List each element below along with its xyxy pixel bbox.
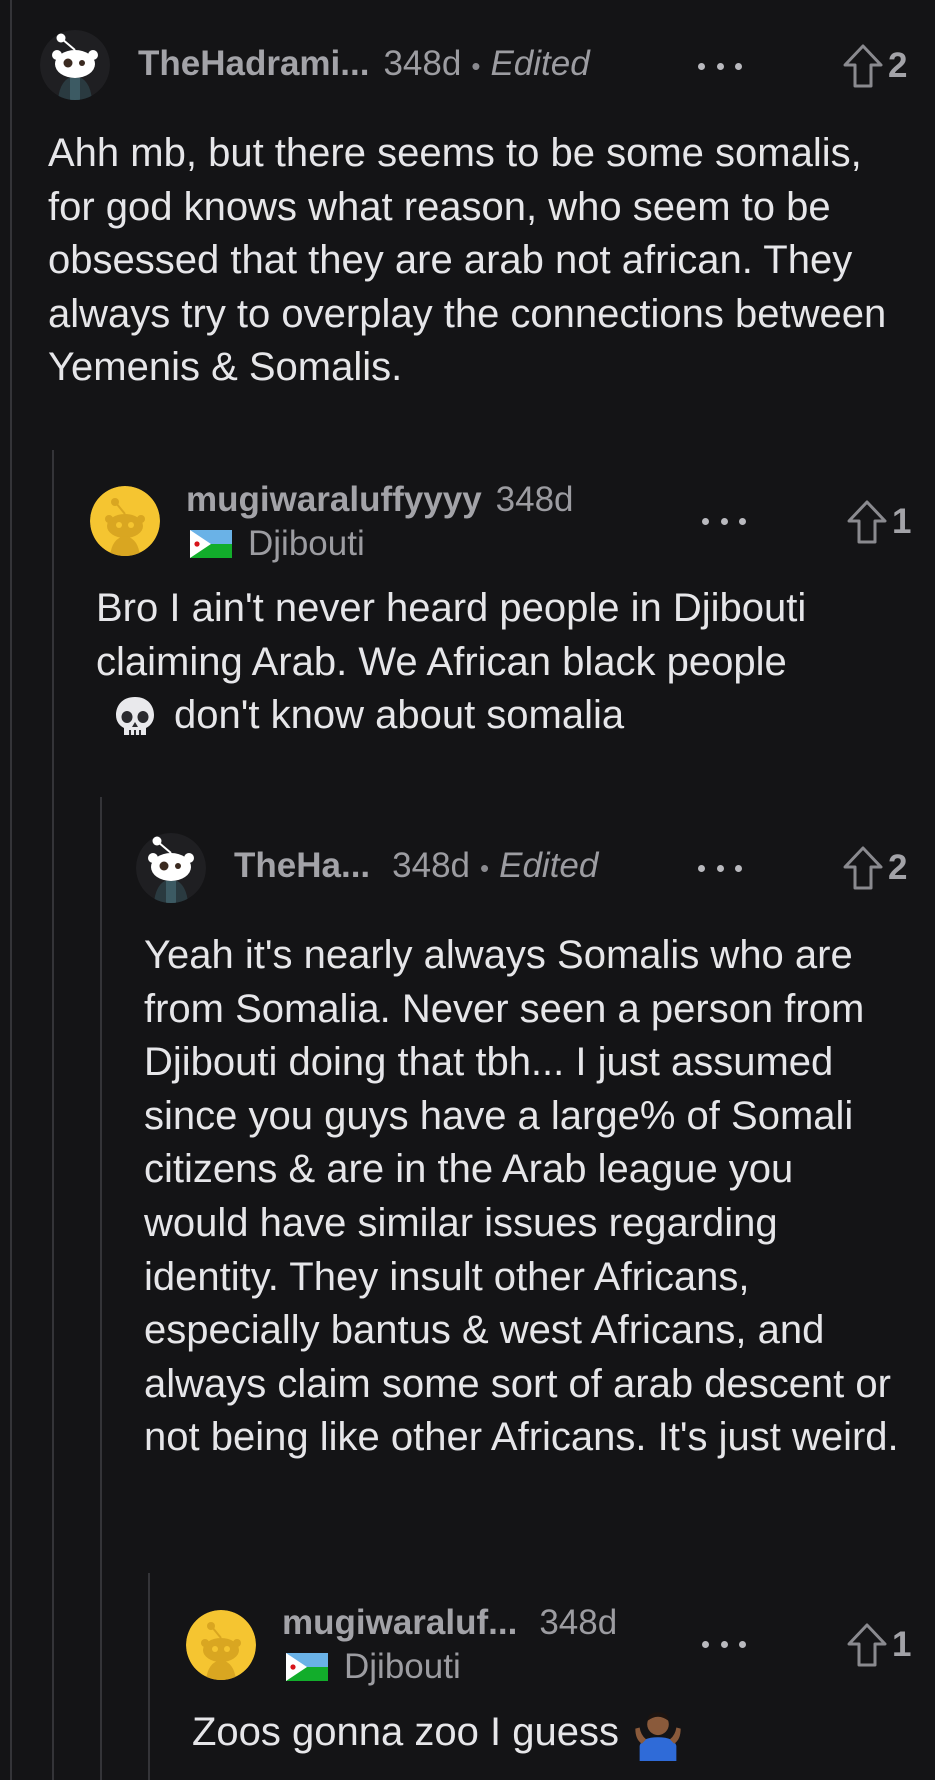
upvote-arrow-icon[interactable] — [842, 43, 884, 89]
username[interactable]: mugiwaraluf... — [282, 1603, 517, 1643]
separator-dot: • — [480, 853, 490, 883]
user-flair: Djibouti — [286, 1647, 461, 1687]
vote-count: 1 — [892, 502, 912, 541]
flair-text: Djibouti — [344, 1647, 461, 1686]
comment-body: Bro I ain't never heard people in Djibou… — [96, 582, 831, 743]
upvote-control[interactable]: 2 — [842, 845, 907, 891]
comment-meta: mugiwaraluffyyyy 348d — [186, 480, 574, 520]
more-options-icon[interactable] — [698, 56, 742, 76]
username[interactable]: mugiwaraluffyyyy — [186, 480, 482, 520]
vote-count: 2 — [888, 848, 908, 887]
comment-body-text: don't know about somalia — [174, 693, 625, 738]
thread-line-level-1[interactable] — [52, 450, 54, 1780]
edited-label: Edited — [499, 846, 599, 885]
upvote-control[interactable]: 2 — [842, 43, 907, 89]
comment-meta: TheHadrami... 348d • Edited — [138, 44, 590, 84]
comment-age: 348d — [539, 1603, 618, 1642]
thread-line-level-3[interactable] — [148, 1573, 150, 1780]
more-options-icon[interactable] — [702, 1634, 746, 1654]
more-options-icon[interactable] — [702, 511, 746, 531]
user-avatar[interactable] — [186, 1610, 256, 1680]
comment-body: Yeah it's nearly always Somalis who are … — [144, 933, 899, 1460]
user-avatar[interactable] — [40, 30, 110, 100]
upvote-control[interactable]: 1 — [846, 1622, 911, 1668]
comment-body: Ahh mb, but there seems to be some somal… — [48, 131, 887, 390]
comment-body-text: Bro I ain't never heard people in Djibou… — [96, 586, 807, 684]
username[interactable]: TheHadrami... — [138, 44, 369, 84]
comment-age: 348d — [495, 480, 574, 519]
person-shrugging-emoji-icon — [635, 1712, 681, 1762]
user-flair: Djibouti — [190, 524, 365, 564]
skull-emoji-icon — [116, 696, 154, 735]
separator-dot: • — [471, 51, 481, 81]
edited-label: Edited — [490, 44, 590, 83]
snoo-avatar-dark-icon — [40, 30, 110, 100]
flair-text: Djibouti — [248, 524, 365, 563]
thread-line-root[interactable] — [10, 0, 12, 1780]
upvote-control[interactable]: 1 — [846, 499, 911, 545]
thread-line-level-2[interactable] — [100, 797, 102, 1780]
upvote-arrow-icon[interactable] — [846, 499, 888, 545]
djibouti-flag-icon — [286, 1653, 328, 1681]
user-avatar[interactable] — [90, 486, 160, 556]
comment-age: 348d — [383, 44, 462, 83]
vote-count: 1 — [892, 1625, 912, 1664]
djibouti-flag-icon — [190, 530, 232, 558]
vote-count: 2 — [888, 46, 908, 85]
comment-meta: TheHa... 348d • Edited — [234, 846, 598, 886]
comment-body: Zoos gonna zoo I guess — [192, 1706, 912, 1762]
comment-age: 348d — [392, 846, 471, 885]
user-avatar[interactable] — [136, 833, 206, 903]
snoo-avatar-yellow-icon — [186, 1610, 256, 1680]
comment-meta: mugiwaraluf... 348d — [282, 1603, 617, 1643]
upvote-arrow-icon[interactable] — [846, 1622, 888, 1668]
username[interactable]: TheHa... — [234, 846, 370, 886]
snoo-avatar-dark-icon — [136, 833, 206, 903]
more-options-icon[interactable] — [698, 858, 742, 878]
upvote-arrow-icon[interactable] — [842, 845, 884, 891]
comment-body-text: Zoos gonna zoo I guess — [192, 1710, 619, 1754]
snoo-avatar-yellow-icon — [90, 486, 160, 556]
